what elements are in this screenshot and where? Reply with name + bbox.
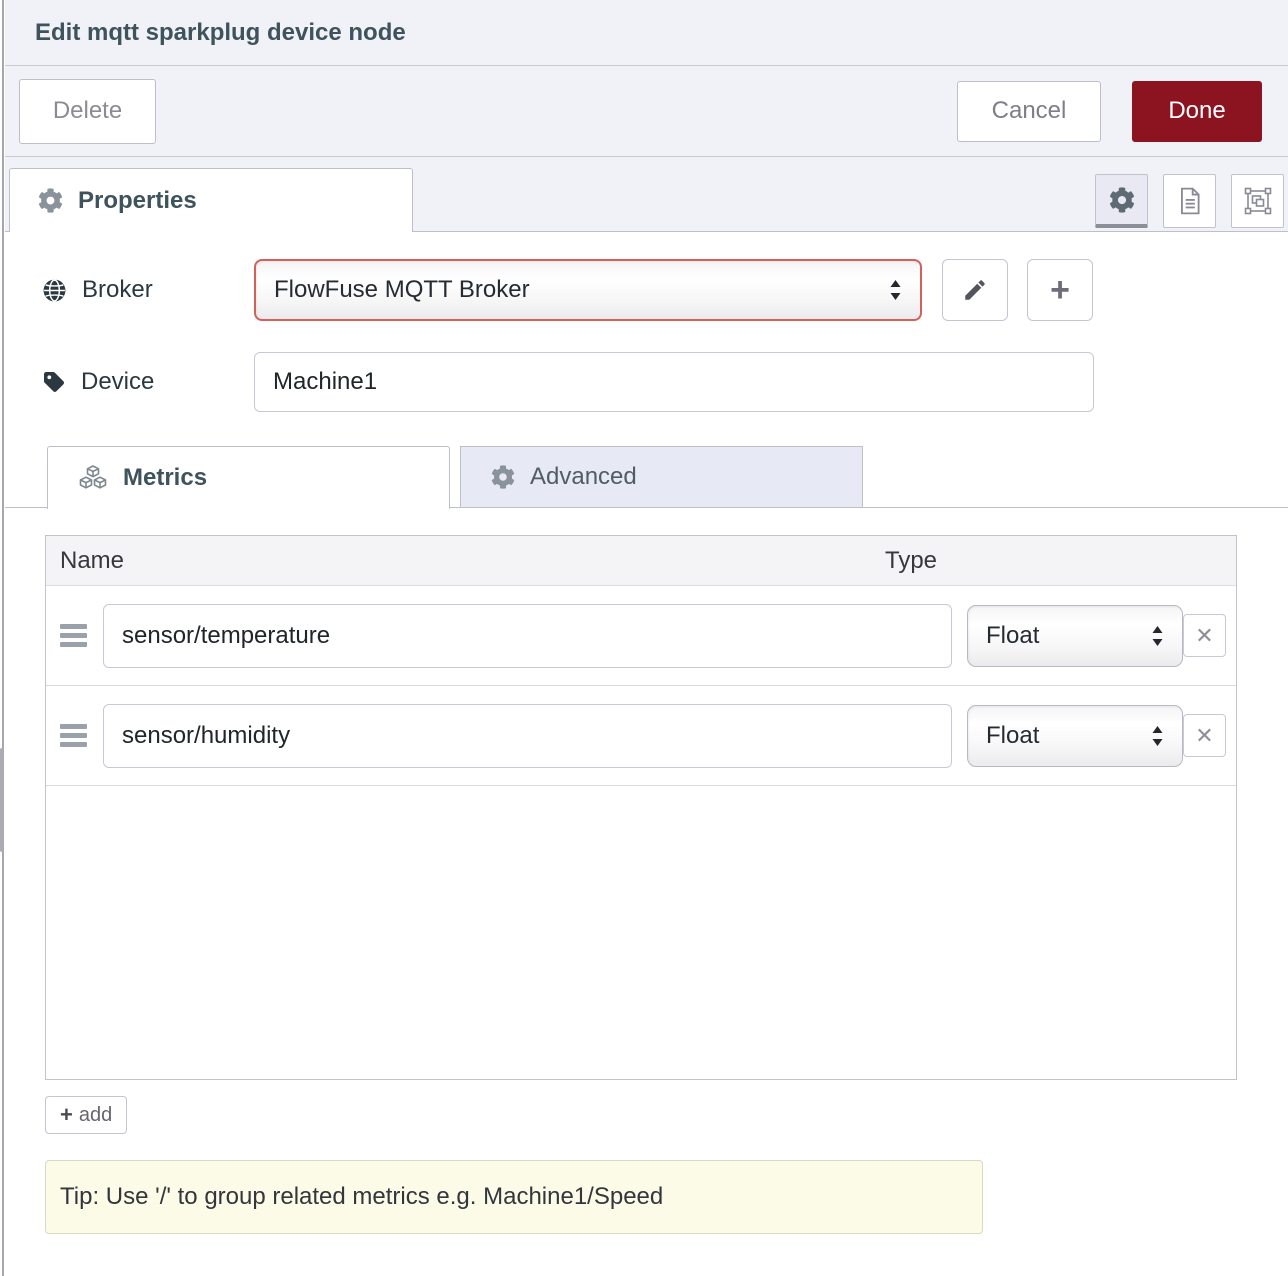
device-input[interactable] bbox=[254, 352, 1094, 412]
edit-broker-button[interactable] bbox=[942, 259, 1008, 321]
description-tab-button[interactable] bbox=[1163, 174, 1216, 228]
metric-type-select[interactable]: Float bbox=[967, 705, 1183, 767]
metric-name-input[interactable] bbox=[103, 604, 952, 668]
metrics-advanced-tabs: Metrics Advanced bbox=[5, 446, 1288, 508]
dialog-title: Edit mqtt sparkplug device node bbox=[35, 19, 406, 47]
metric-type-value: Float bbox=[986, 622, 1039, 650]
remove-metric-button[interactable]: ✕ bbox=[1183, 714, 1226, 757]
editor-edge-divider bbox=[2, 0, 4, 1276]
remove-metric-button[interactable]: ✕ bbox=[1183, 614, 1226, 657]
cancel-button[interactable]: Cancel bbox=[957, 81, 1101, 142]
editor-scrollbar-thumb[interactable] bbox=[0, 748, 4, 852]
done-button[interactable]: Done bbox=[1132, 81, 1262, 142]
edit-node-dialog: Edit mqtt sparkplug device node Delete C… bbox=[5, 0, 1288, 1276]
tag-icon bbox=[42, 370, 66, 394]
select-arrows-icon bbox=[1151, 725, 1164, 747]
device-label-text: Device bbox=[81, 368, 154, 396]
add-button-label: add bbox=[79, 1104, 112, 1127]
broker-select[interactable]: FlowFuse MQTT Broker bbox=[254, 259, 922, 321]
tab-advanced-label: Advanced bbox=[530, 463, 637, 491]
tip-message: Tip: Use '/' to group related metrics e.… bbox=[45, 1160, 983, 1234]
properties-tabbar: Properties bbox=[5, 157, 1288, 232]
metrics-table-header: Name Type bbox=[46, 536, 1236, 586]
plus-icon: + bbox=[1050, 271, 1070, 310]
appearance-icon bbox=[1244, 187, 1272, 215]
column-header-name: Name bbox=[60, 536, 124, 586]
toolbar-right-group: Cancel Done bbox=[957, 81, 1262, 142]
delete-button[interactable]: Delete bbox=[19, 79, 156, 144]
tab-metrics[interactable]: Metrics bbox=[47, 446, 450, 509]
description-icon bbox=[1177, 187, 1203, 215]
select-arrows-icon bbox=[889, 279, 902, 301]
select-arrows-icon bbox=[1151, 625, 1164, 647]
broker-label-text: Broker bbox=[82, 276, 153, 304]
metrics-table: Name Type Float ✕ Float bbox=[45, 535, 1237, 1080]
tab-advanced[interactable]: Advanced bbox=[460, 446, 863, 508]
tray-tab-buttons bbox=[1095, 174, 1284, 228]
device-label: Device bbox=[42, 352, 154, 412]
cubes-icon bbox=[78, 464, 108, 492]
tab-metrics-label: Metrics bbox=[123, 464, 207, 492]
broker-label: Broker bbox=[42, 259, 153, 321]
metric-row: Float ✕ bbox=[46, 686, 1236, 786]
properties-form: Broker FlowFuse MQTT Broker + Device bbox=[5, 233, 1288, 1276]
tip-text: Tip: Use '/' to group related metrics e.… bbox=[60, 1183, 663, 1211]
metric-type-value: Float bbox=[986, 722, 1039, 750]
metric-row: Float ✕ bbox=[46, 586, 1236, 686]
close-icon: ✕ bbox=[1195, 623, 1213, 649]
metric-name-input[interactable] bbox=[103, 704, 952, 768]
globe-icon bbox=[42, 278, 67, 303]
dialog-header: Edit mqtt sparkplug device node bbox=[5, 0, 1288, 66]
properties-settings-tab-button[interactable] bbox=[1095, 174, 1148, 228]
broker-select-value: FlowFuse MQTT Broker bbox=[274, 276, 530, 304]
add-broker-button[interactable]: + bbox=[1027, 259, 1093, 321]
column-header-type: Type bbox=[885, 536, 937, 586]
plus-icon: + bbox=[60, 1102, 73, 1128]
gear-icon bbox=[38, 188, 63, 213]
dialog-toolbar: Delete Cancel Done bbox=[5, 66, 1288, 157]
tab-properties[interactable]: Properties bbox=[9, 168, 413, 232]
metric-type-select[interactable]: Float bbox=[967, 605, 1183, 667]
close-icon: ✕ bbox=[1195, 723, 1213, 749]
drag-handle-icon[interactable] bbox=[60, 620, 88, 651]
add-metric-button[interactable]: + add bbox=[45, 1096, 127, 1134]
gear-icon bbox=[491, 465, 515, 489]
pencil-icon bbox=[962, 277, 988, 303]
appearance-tab-button[interactable] bbox=[1231, 174, 1284, 228]
drag-handle-icon[interactable] bbox=[60, 720, 88, 751]
tab-properties-label: Properties bbox=[78, 187, 197, 215]
gear-icon bbox=[1109, 187, 1135, 213]
